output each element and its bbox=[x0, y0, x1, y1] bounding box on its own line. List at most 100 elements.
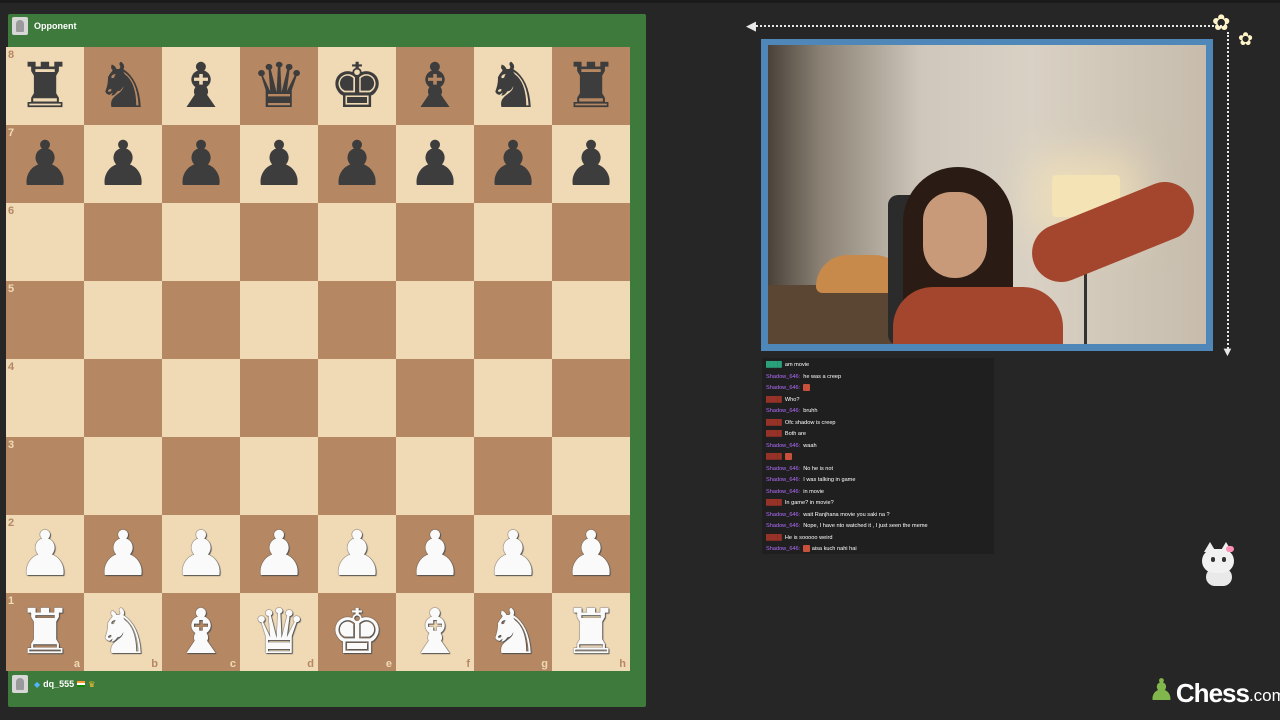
square-a5[interactable]: 5 bbox=[6, 281, 84, 359]
black-bishop-icon[interactable]: ♝ bbox=[407, 55, 463, 117]
square-f3[interactable] bbox=[396, 437, 474, 515]
black-knight-icon[interactable]: ♞ bbox=[485, 55, 541, 117]
black-pawn-icon[interactable]: ♟ bbox=[485, 133, 541, 195]
square-h4[interactable] bbox=[552, 359, 630, 437]
square-e3[interactable] bbox=[318, 437, 396, 515]
white-pawn-icon[interactable]: ♟ bbox=[173, 523, 229, 585]
square-d2[interactable]: ♟ bbox=[240, 515, 318, 593]
square-a2[interactable]: 2 ♟ bbox=[6, 515, 84, 593]
black-rook-icon[interactable]: ♜ bbox=[17, 55, 73, 117]
white-king-icon[interactable]: ♚ bbox=[329, 601, 385, 663]
square-d4[interactable] bbox=[240, 359, 318, 437]
square-a4[interactable]: 4 bbox=[6, 359, 84, 437]
square-d3[interactable] bbox=[240, 437, 318, 515]
square-g7[interactable]: ♟ bbox=[474, 125, 552, 203]
square-f2[interactable]: ♟ bbox=[396, 515, 474, 593]
square-h3[interactable] bbox=[552, 437, 630, 515]
square-d5[interactable] bbox=[240, 281, 318, 359]
square-g1[interactable]: g ♞ bbox=[474, 593, 552, 671]
square-a7[interactable]: 7 ♟ bbox=[6, 125, 84, 203]
black-pawn-icon[interactable]: ♟ bbox=[407, 133, 463, 195]
square-b2[interactable]: ♟ bbox=[84, 515, 162, 593]
white-pawn-icon[interactable]: ♟ bbox=[329, 523, 385, 585]
black-king-icon[interactable]: ♚ bbox=[329, 55, 385, 117]
square-d6[interactable] bbox=[240, 203, 318, 281]
square-f7[interactable]: ♟ bbox=[396, 125, 474, 203]
square-a8[interactable]: 8 ♜ bbox=[6, 47, 84, 125]
square-d1[interactable]: d ♛ bbox=[240, 593, 318, 671]
black-queen-icon[interactable]: ♛ bbox=[251, 55, 307, 117]
black-bishop-icon[interactable]: ♝ bbox=[173, 55, 229, 117]
black-pawn-icon[interactable]: ♟ bbox=[563, 133, 619, 195]
square-b1[interactable]: b ♞ bbox=[84, 593, 162, 671]
square-e8[interactable]: ♚ bbox=[318, 47, 396, 125]
white-pawn-icon[interactable]: ♟ bbox=[251, 523, 307, 585]
black-pawn-icon[interactable]: ♟ bbox=[173, 133, 229, 195]
square-e1[interactable]: e ♚ bbox=[318, 593, 396, 671]
square-b5[interactable] bbox=[84, 281, 162, 359]
black-pawn-icon[interactable]: ♟ bbox=[95, 133, 151, 195]
white-knight-icon[interactable]: ♞ bbox=[485, 601, 541, 663]
chessboard[interactable]: 8 ♜ ♞ ♝ ♛ ♚ ♝ ♞ ♜ 7 ♟ ♟ ♟ ♟ ♟ ♟ ♟ ♟ 6 5 4 3 2 ♟ ♟ ♟ ♟ ♟ ♟ ♟ ♟ 1 a ♜ b ♞ c ♝ d ♛… bbox=[6, 47, 630, 671]
white-pawn-icon[interactable]: ♟ bbox=[485, 523, 541, 585]
square-b4[interactable] bbox=[84, 359, 162, 437]
white-knight-icon[interactable]: ♞ bbox=[95, 601, 151, 663]
square-g5[interactable] bbox=[474, 281, 552, 359]
square-h2[interactable]: ♟ bbox=[552, 515, 630, 593]
square-a1[interactable]: 1 a ♜ bbox=[6, 593, 84, 671]
square-f5[interactable] bbox=[396, 281, 474, 359]
square-a6[interactable]: 6 bbox=[6, 203, 84, 281]
player-name: dq_555 bbox=[43, 679, 75, 689]
white-rook-icon[interactable]: ♜ bbox=[563, 601, 619, 663]
square-c1[interactable]: c ♝ bbox=[162, 593, 240, 671]
black-rook-icon[interactable]: ♜ bbox=[563, 55, 619, 117]
square-h7[interactable]: ♟ bbox=[552, 125, 630, 203]
square-f8[interactable]: ♝ bbox=[396, 47, 474, 125]
white-pawn-icon[interactable]: ♟ bbox=[17, 523, 73, 585]
square-b6[interactable] bbox=[84, 203, 162, 281]
black-pawn-icon[interactable]: ♟ bbox=[17, 133, 73, 195]
square-c6[interactable] bbox=[162, 203, 240, 281]
square-b3[interactable] bbox=[84, 437, 162, 515]
square-c7[interactable]: ♟ bbox=[162, 125, 240, 203]
square-g6[interactable] bbox=[474, 203, 552, 281]
square-f4[interactable] bbox=[396, 359, 474, 437]
white-pawn-icon[interactable]: ♟ bbox=[95, 523, 151, 585]
square-c5[interactable] bbox=[162, 281, 240, 359]
white-queen-icon[interactable]: ♛ bbox=[251, 601, 307, 663]
square-c3[interactable] bbox=[162, 437, 240, 515]
square-e7[interactable]: ♟ bbox=[318, 125, 396, 203]
black-knight-icon[interactable]: ♞ bbox=[95, 55, 151, 117]
square-g8[interactable]: ♞ bbox=[474, 47, 552, 125]
square-h5[interactable] bbox=[552, 281, 630, 359]
square-e6[interactable] bbox=[318, 203, 396, 281]
square-h8[interactable]: ♜ bbox=[552, 47, 630, 125]
square-f1[interactable]: f ♝ bbox=[396, 593, 474, 671]
square-g2[interactable]: ♟ bbox=[474, 515, 552, 593]
white-pawn-icon[interactable]: ♟ bbox=[563, 523, 619, 585]
square-d7[interactable]: ♟ bbox=[240, 125, 318, 203]
black-pawn-icon[interactable]: ♟ bbox=[251, 133, 307, 195]
square-d8[interactable]: ♛ bbox=[240, 47, 318, 125]
square-e4[interactable] bbox=[318, 359, 396, 437]
square-c2[interactable]: ♟ bbox=[162, 515, 240, 593]
chat-message: Shadow_646: Nope, I have nto watched it ,… bbox=[762, 521, 994, 533]
square-c8[interactable]: ♝ bbox=[162, 47, 240, 125]
square-a3[interactable]: 3 bbox=[6, 437, 84, 515]
square-b7[interactable]: ♟ bbox=[84, 125, 162, 203]
rank-label: 6 bbox=[8, 205, 15, 217]
white-bishop-icon[interactable]: ♝ bbox=[407, 601, 463, 663]
square-g3[interactable] bbox=[474, 437, 552, 515]
white-pawn-icon[interactable]: ♟ bbox=[407, 523, 463, 585]
square-e5[interactable] bbox=[318, 281, 396, 359]
square-h6[interactable] bbox=[552, 203, 630, 281]
square-h1[interactable]: h ♜ bbox=[552, 593, 630, 671]
black-pawn-icon[interactable]: ♟ bbox=[329, 133, 385, 195]
square-g4[interactable] bbox=[474, 359, 552, 437]
square-e2[interactable]: ♟ bbox=[318, 515, 396, 593]
square-c4[interactable] bbox=[162, 359, 240, 437]
square-b8[interactable]: ♞ bbox=[84, 47, 162, 125]
white-rook-icon[interactable]: ♜ bbox=[17, 601, 73, 663]
square-f6[interactable] bbox=[396, 203, 474, 281]
white-bishop-icon[interactable]: ♝ bbox=[173, 601, 229, 663]
